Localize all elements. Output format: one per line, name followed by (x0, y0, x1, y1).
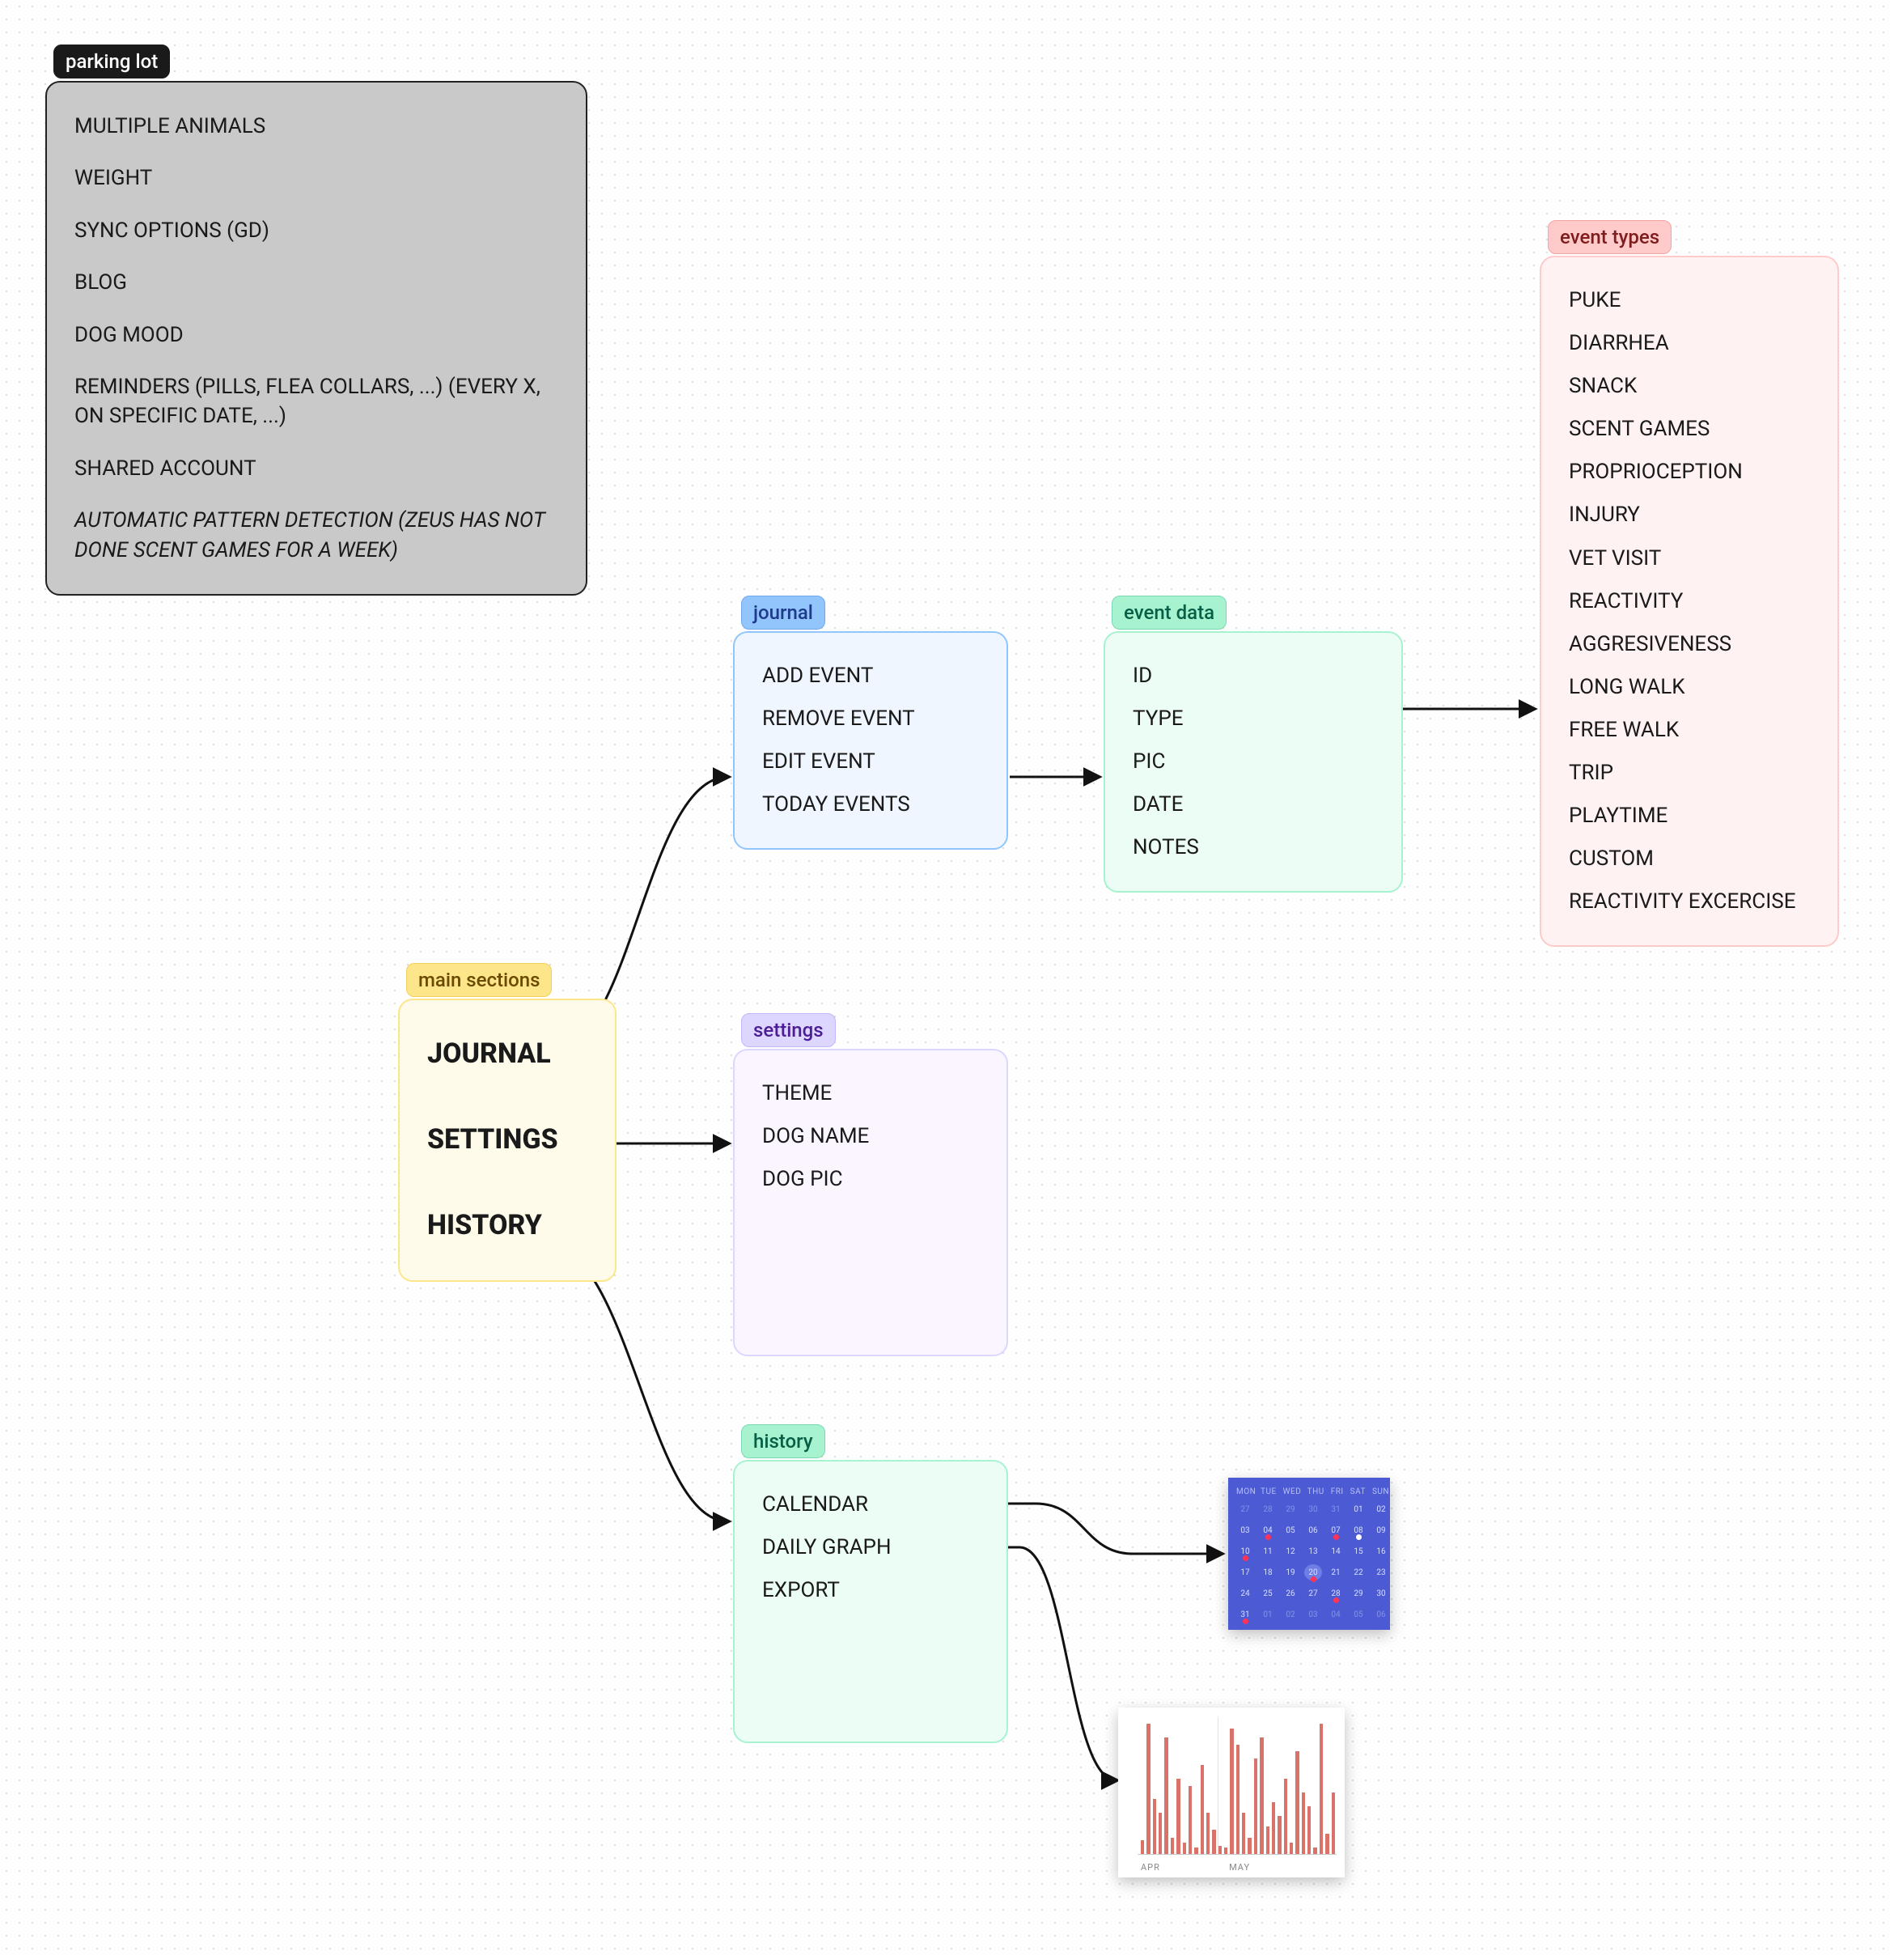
list-item: REACTIVITY EXCERCISE (1569, 888, 1810, 916)
list-item: MULTIPLE ANIMALS (74, 112, 558, 141)
list-item: REACTIVITY (1569, 588, 1810, 616)
list-item: DOG PIC (762, 1165, 979, 1194)
list-item: REMINDERS (PILLS, FLEA COLLARS, ...) (EV… (74, 372, 558, 431)
graph-bars (1141, 1717, 1335, 1854)
list-item: WEIGHT (74, 163, 558, 193)
list-item: VET VISIT (1569, 545, 1810, 573)
event-data-label[interactable]: event data (1112, 596, 1227, 630)
list-item: THEME (762, 1080, 979, 1108)
list-item: FREE WALK (1569, 716, 1810, 745)
list-item: SNACK (1569, 372, 1810, 401)
graph-month-apr: APR (1141, 1862, 1229, 1873)
list-item: PROPRIOCEPTION (1569, 458, 1810, 486)
list-item: DATE (1133, 791, 1374, 819)
list-item: REMOVE EVENT (762, 705, 979, 733)
list-item: SCENT GAMES (1569, 415, 1810, 443)
parking-lot-label[interactable]: parking lot (53, 45, 170, 78)
event-types-label[interactable]: event types (1548, 220, 1672, 254)
calendar-grid: 27 28 29 30 31 01 02 03 04 05 06 07 08 0… (1236, 1501, 1382, 1623)
history-item-calendar[interactable]: CALENDAR (762, 1491, 979, 1519)
list-item: NOTES (1133, 834, 1374, 862)
journal-label[interactable]: journal (741, 596, 825, 630)
list-item: TODAY EVENTS (762, 791, 979, 819)
main-sections-label[interactable]: main sections (406, 963, 552, 997)
list-item: TRIP (1569, 759, 1810, 787)
settings-label[interactable]: settings (741, 1013, 836, 1047)
list-item: DOG MOOD (74, 320, 558, 350)
list-item: INJURY (1569, 501, 1810, 529)
journal-panel[interactable]: ADD EVENT REMOVE EVENT EDIT EVENT TODAY … (733, 631, 1008, 850)
list-item: PUKE (1569, 286, 1810, 315)
history-item-daily-graph[interactable]: DAILY GRAPH (762, 1534, 979, 1562)
list-item: LONG WALK (1569, 673, 1810, 702)
list-item: AUTOMATIC PATTERN DETECTION (ZEUS HAS NO… (74, 506, 558, 565)
list-item: EDIT EVENT (762, 748, 979, 776)
list-item: ID (1133, 662, 1374, 690)
main-section-settings[interactable]: SETTINGS (427, 1122, 587, 1159)
calendar-thumbnail: MON TUE WED THU FRI SAT SUN 27 28 29 30 … (1228, 1478, 1390, 1630)
list-item: AGGRESIVENESS (1569, 630, 1810, 659)
list-item: DIARRHEA (1569, 329, 1810, 358)
list-item: CUSTOM (1569, 845, 1810, 873)
list-item: SHARED ACCOUNT (74, 454, 558, 483)
history-panel[interactable]: CALENDAR DAILY GRAPH EXPORT (733, 1460, 1008, 1743)
main-sections-panel[interactable]: JOURNAL SETTINGS HISTORY (398, 999, 617, 1282)
list-item: ADD EVENT (762, 662, 979, 690)
event-types-panel[interactable]: PUKE DIARRHEA SNACK SCENT GAMES PROPRIOC… (1540, 256, 1839, 947)
settings-panel[interactable]: THEME DOG NAME DOG PIC (733, 1049, 1008, 1356)
daily-graph-thumbnail: APR MAY (1118, 1708, 1345, 1877)
list-item: PLAYTIME (1569, 802, 1810, 830)
graph-month-may: MAY (1229, 1862, 1335, 1873)
list-item: SYNC OPTIONS (GD) (74, 216, 558, 245)
event-data-panel[interactable]: ID TYPE PIC DATE NOTES (1104, 631, 1403, 893)
list-item: PIC (1133, 748, 1374, 776)
main-section-history[interactable]: HISTORY (427, 1207, 587, 1245)
event-data-type[interactable]: TYPE (1133, 705, 1374, 733)
list-item: DOG NAME (762, 1122, 979, 1151)
main-section-journal[interactable]: JOURNAL (427, 1036, 587, 1073)
history-item-export[interactable]: EXPORT (762, 1576, 979, 1605)
history-label[interactable]: history (741, 1424, 825, 1458)
list-item: BLOG (74, 268, 558, 297)
parking-lot-panel[interactable]: MULTIPLE ANIMALS WEIGHT SYNC OPTIONS (GD… (45, 81, 587, 596)
